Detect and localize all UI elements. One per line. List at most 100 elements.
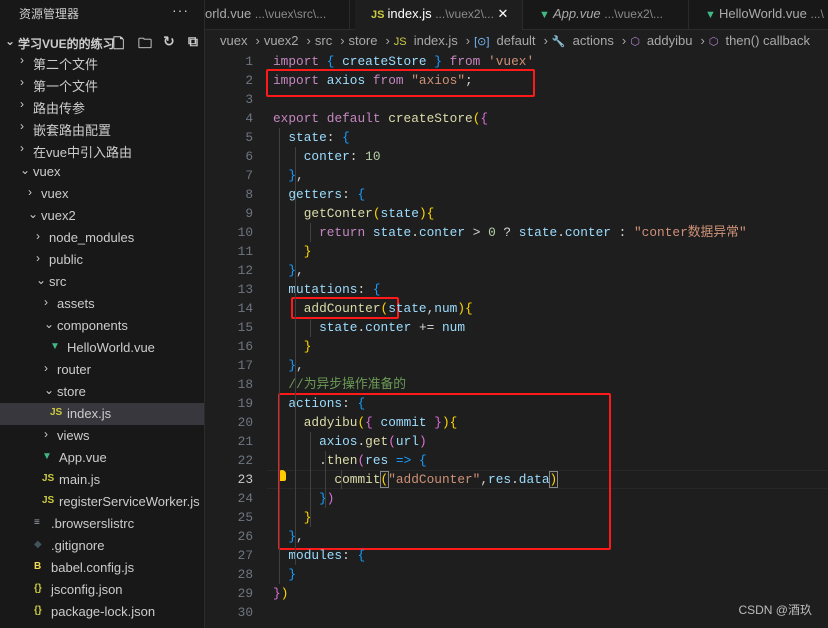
code-editor[interactable]: CSDN @酒玖 1 import { createStore } from 'v… <box>205 52 828 628</box>
tree-item[interactable]: ⌄ vuex <box>0 161 204 183</box>
code-line[interactable]: import { createStore } from 'vuex' <box>273 52 534 71</box>
tree-item[interactable]: › public <box>0 249 204 271</box>
code-line[interactable]: } <box>273 565 296 584</box>
code-token: : <box>618 225 634 240</box>
code-token: addyibu <box>273 415 358 430</box>
code-token: { <box>365 415 381 430</box>
tree-item[interactable]: › 路由传参 <box>0 95 204 117</box>
chevron-down-icon: ⌄ <box>44 383 55 397</box>
breadcrumb-item[interactable]: 🔧 actions <box>552 33 618 48</box>
code-token: : <box>326 130 343 145</box>
tree-item[interactable]: › 在vue中引入路由 <box>0 139 204 161</box>
workspace-root[interactable]: ⌄ 学习VUE的的练习 🗋 🗀 ↻ ⧉ <box>0 32 205 52</box>
tab-HelloWorldvue[interactable]: ▼ HelloWorld.vue ...\ <box>689 0 828 30</box>
tree-item[interactable]: ▼ App.vue <box>0 447 204 469</box>
refresh-icon[interactable]: ↻ <box>163 33 175 50</box>
vue-file-icon: ▼ <box>42 451 52 462</box>
breadcrumb-item[interactable]: src <box>315 33 336 48</box>
code-token: default <box>326 111 389 126</box>
file-tree: › 第二个文件 › 第一个文件 › 路由传参 › 嵌套路由配置 › 在vue中引入路由 ⌄ vuex ›… <box>0 51 204 623</box>
breadcrumb-item[interactable]: store <box>349 33 382 48</box>
tree-item[interactable]: JS registerServiceWorker.js <box>0 491 204 513</box>
tree-item[interactable]: ⌄ src <box>0 271 204 293</box>
tab-indexjs[interactable]: JS index.js ...\vuex2\... ✕ <box>355 0 523 30</box>
breadcrumb-item[interactable]: vuex2 <box>264 33 303 48</box>
code-token: . <box>411 225 419 240</box>
tree-item[interactable]: JS index.js <box>0 403 204 425</box>
code-line[interactable]: state.conter += num <box>273 318 465 337</box>
code-line[interactable]: state: { <box>273 128 349 147</box>
chevron-right-icon: › <box>28 185 32 199</box>
code-line[interactable]: conter: 10 <box>273 147 381 166</box>
code-line[interactable]: commit("addCounter",res.data) <box>273 470 559 489</box>
tree-item[interactable]: › router <box>0 359 204 381</box>
code-line[interactable]: }, <box>273 166 303 185</box>
tree-item[interactable]: ⌄ components <box>0 315 204 337</box>
code-line[interactable]: export default createStore({ <box>273 109 488 128</box>
tree-item[interactable]: › 第一个文件 <box>0 73 204 95</box>
code-token: : <box>342 396 358 411</box>
code-line[interactable]: }) <box>273 584 288 603</box>
tree-item[interactable]: › assets <box>0 293 204 315</box>
breadcrumb-item[interactable]: vuex <box>220 33 251 48</box>
code-line[interactable]: import axios from "axios"; <box>273 71 473 90</box>
js-file-icon: JS <box>371 9 388 21</box>
code-token: : <box>349 149 366 164</box>
tree-item[interactable]: Bbabel.config.js <box>0 557 204 579</box>
code-line[interactable]: actions: { <box>273 394 365 413</box>
chevron-right-icon: › <box>20 141 24 155</box>
code-token: . <box>511 472 519 487</box>
tree-item[interactable]: › views <box>0 425 204 447</box>
more-actions-icon[interactable]: ··· <box>172 2 189 18</box>
tab-name: App.vue <box>552 6 605 21</box>
collapse-all-icon[interactable]: ⧉ <box>188 33 198 50</box>
code-line[interactable]: mutations: { <box>273 280 380 299</box>
tree-item[interactable]: {} jsconfig.json <box>0 579 204 601</box>
breadcrumb-item[interactable]: ⬡ addyibu <box>630 33 696 48</box>
code-token: { <box>357 187 366 202</box>
tree-item[interactable]: › 嵌套路由配置 <box>0 117 204 139</box>
tree-item-label: babel.config.js <box>51 560 135 575</box>
breadcrumb-item[interactable]: [⊙] default <box>474 33 539 48</box>
code-line[interactable]: addCounter(state,num){ <box>273 299 473 318</box>
code-line[interactable]: modules: { <box>273 546 365 565</box>
tree-item[interactable]: › vuex <box>0 183 204 205</box>
tree-item[interactable]: JS main.js <box>0 469 204 491</box>
tree-item[interactable]: › node_modules <box>0 227 204 249</box>
tab-name: orld.vue <box>205 6 255 21</box>
tree-item-label: App.vue <box>59 450 107 465</box>
close-icon[interactable]: ✕ <box>494 6 509 21</box>
tree-item[interactable]: ⌄ store <box>0 381 204 403</box>
code-line[interactable]: .then(res => { <box>273 451 427 470</box>
indent-guide <box>325 451 326 508</box>
code-line[interactable]: getters: { <box>273 185 365 204</box>
code-line[interactable]: }, <box>273 356 303 375</box>
code-line[interactable]: //为异步操作准备的 <box>273 375 406 394</box>
tree-item[interactable]: ≡ .browserslistrc <box>0 513 204 535</box>
tree-item[interactable]: ▼ HelloWorld.vue <box>0 337 204 359</box>
code-line[interactable]: axios.get(url) <box>273 432 427 451</box>
code-token: url <box>395 434 419 449</box>
tree-item[interactable]: ⌄ vuex2 <box>0 205 204 227</box>
indent-guide <box>310 318 311 337</box>
tree-item[interactable]: › 第二个文件 <box>0 51 204 73</box>
code-line[interactable]: }, <box>273 527 303 546</box>
code-token: return <box>273 225 373 240</box>
tree-item[interactable]: ◆ .gitignore <box>0 535 204 557</box>
breadcrumb-item[interactable]: JS index.js <box>394 33 462 48</box>
code-line[interactable]: getConter(state){ <box>273 204 435 223</box>
breadcrumb-symbol-icon: [⊙] <box>474 36 493 48</box>
tree-item[interactable]: {} package-lock.json <box>0 601 204 623</box>
tab-Appvue[interactable]: ▼ App.vue ...\vuex2\... <box>523 0 689 30</box>
code-line[interactable]: return state.conter > 0 ? state.conter :… <box>273 223 747 242</box>
breadcrumb-item[interactable]: ⬡ then() callback <box>709 33 814 48</box>
code-line[interactable]: addyibu({ commit }){ <box>273 413 458 432</box>
code-line[interactable]: }, <box>273 261 303 280</box>
tree-item-label: jsconfig.json <box>51 582 123 597</box>
tree-item-label: registerServiceWorker.js <box>59 494 200 509</box>
code-token: "conter数据异常" <box>634 225 747 240</box>
chevron-right-icon: › <box>20 75 24 89</box>
tab-orldvue[interactable]: orld.vue ...\vuex\src\... <box>200 0 350 30</box>
